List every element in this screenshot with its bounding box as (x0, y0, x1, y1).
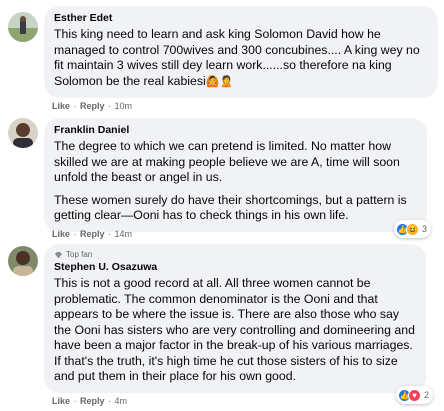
avatar[interactable] (8, 246, 38, 276)
comment-bubble: Esther Edet This king need to learn and … (44, 6, 438, 98)
diamond-icon (55, 252, 62, 259)
comment-text: This king need to learn and ask king Sol… (54, 27, 428, 90)
comment-paragraph: These women surely do have their shortco… (54, 192, 407, 223)
comment-timestamp[interactable]: 10m (115, 101, 133, 111)
top-fan-badge: Top fan (54, 250, 416, 260)
comment-actions: Like · Reply · 4m (52, 396, 128, 406)
reaction-summary[interactable]: 👍 😆 3 (394, 220, 432, 238)
comment-paragraph: This is not a good record at all. All th… (54, 276, 415, 383)
comment-text: This is not a good record at all. All th… (54, 276, 416, 385)
comment-paragraph: The degree to which we can pretend is li… (54, 139, 400, 184)
comment-author[interactable]: Esther Edet (54, 12, 428, 25)
comment-author[interactable]: Franklin Daniel (54, 124, 417, 137)
like-button[interactable]: Like (52, 101, 70, 111)
comment-bubble: Top fan Stephen U. Osazuwa This is not a… (44, 244, 426, 393)
comment-author[interactable]: Stephen U. Osazuwa (54, 261, 416, 274)
reply-button[interactable]: Reply (80, 101, 105, 111)
avatar-photo-icon (8, 12, 38, 42)
comment-bubble: Franklin Daniel The degree to which we c… (44, 118, 427, 232)
reaction-count: 2 (424, 390, 430, 400)
haha-icon: 😆 (406, 222, 419, 236)
avatar-photo-icon (8, 118, 38, 148)
like-button[interactable]: Like (52, 396, 70, 406)
reply-button[interactable]: Reply (80, 229, 105, 239)
avatar[interactable] (8, 118, 38, 148)
love-icon: ♥ (408, 388, 421, 402)
comment-actions: Like · Reply · 10m (52, 101, 133, 111)
comment-paragraph: This king need to learn and ask king Sol… (54, 27, 420, 88)
comment-timestamp[interactable]: 4m (115, 396, 128, 406)
reaction-count: 3 (422, 224, 428, 234)
like-button[interactable]: Like (52, 229, 70, 239)
avatar-photo-icon (8, 246, 38, 276)
comment-text: The degree to which we can pretend is li… (54, 139, 417, 224)
reply-button[interactable]: Reply (80, 396, 105, 406)
avatar[interactable] (8, 12, 38, 42)
comment-timestamp[interactable]: 14m (115, 229, 133, 239)
badge-label: Top fan (66, 250, 93, 259)
comment-actions: Like · Reply · 14m (52, 229, 133, 239)
emoji-icon: 🙆🙎 (205, 75, 234, 88)
reaction-summary[interactable]: 👍 ♥ 2 (396, 386, 434, 404)
